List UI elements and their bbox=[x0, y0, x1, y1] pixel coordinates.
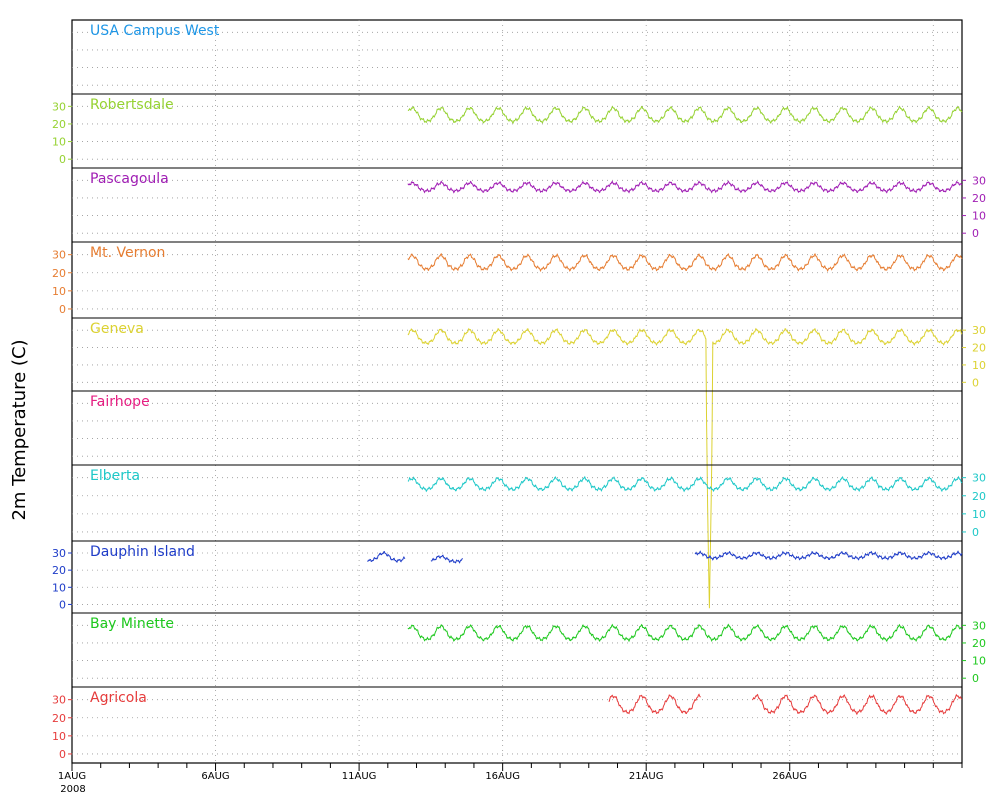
station-label: Mt. Vernon bbox=[90, 245, 165, 261]
x-axis: 1AUG 6AUG 11AUG 16AUG 21AUG 26AUG 2008 bbox=[58, 763, 963, 795]
y-tick-label: 10 bbox=[52, 285, 66, 298]
x-tick-label: 1AUG bbox=[58, 771, 86, 782]
x-tick-label: 6AUG bbox=[201, 771, 229, 782]
panel-usa-campus-west: USA Campus West bbox=[72, 23, 962, 86]
y-tick-label: 20 bbox=[972, 342, 986, 355]
y-tick-label: 0 bbox=[972, 526, 979, 539]
station-label: Robertsdale bbox=[90, 97, 174, 113]
y-tick-label: 30 bbox=[52, 249, 66, 262]
series-line bbox=[407, 252, 963, 273]
panel-robertsdale: Robertsdale 0 10 20 30 bbox=[52, 93, 963, 166]
y-tick-label: 30 bbox=[972, 619, 986, 632]
x-year-label: 2008 bbox=[60, 784, 85, 795]
panel-agricola: Agricola 0 10 20 30 bbox=[52, 686, 963, 761]
station-label: Geneva bbox=[90, 321, 144, 337]
series-line bbox=[367, 550, 406, 563]
temperature-chart: 2m Temperature (C) USA Campus West Robert… bbox=[9, 19, 986, 795]
series-line bbox=[407, 180, 963, 194]
series-line bbox=[608, 693, 701, 715]
y-tick-label: 30 bbox=[972, 174, 986, 187]
series-line bbox=[407, 105, 963, 125]
y-tick-label: 20 bbox=[52, 712, 66, 725]
y-tick-label: 30 bbox=[52, 547, 66, 560]
y-tick-label: 30 bbox=[972, 472, 986, 485]
x-tick-label: 21AUG bbox=[629, 771, 664, 782]
station-label: Fairhope bbox=[90, 394, 150, 410]
series-line bbox=[751, 693, 963, 716]
y-tick-label: 30 bbox=[972, 324, 986, 337]
panel-fairhope: Fairhope bbox=[72, 390, 962, 457]
y-tick-label: 0 bbox=[972, 672, 979, 685]
x-tick-label: 11AUG bbox=[342, 771, 377, 782]
y-tick-label: 10 bbox=[972, 210, 986, 223]
y-tick-label: 0 bbox=[59, 598, 66, 611]
y-tick-label: 30 bbox=[52, 694, 66, 707]
y-tick-label: 20 bbox=[52, 267, 66, 280]
panel-mt-vernon: Mt. Vernon 0 10 20 30 bbox=[52, 241, 963, 316]
y-tick-label: 0 bbox=[59, 748, 66, 761]
y-tick-label: 10 bbox=[52, 136, 66, 149]
y-tick-label: 10 bbox=[52, 581, 66, 594]
y-tick-label: 20 bbox=[52, 118, 66, 131]
station-label: USA Campus West bbox=[90, 23, 220, 39]
y-tick-label: 10 bbox=[972, 359, 986, 372]
series-line bbox=[694, 550, 963, 561]
series-line bbox=[430, 554, 463, 564]
series-line bbox=[407, 623, 963, 643]
y-tick-label: 0 bbox=[972, 227, 979, 240]
y-axis-label: 2m Temperature (C) bbox=[9, 339, 30, 520]
series-line bbox=[407, 475, 963, 493]
y-tick-label: 10 bbox=[972, 655, 986, 668]
panel-dauphin-island: Dauphin Island 0 10 20 30 bbox=[52, 540, 963, 611]
y-tick-label: 20 bbox=[972, 192, 986, 205]
y-tick-label: 20 bbox=[972, 490, 986, 503]
panel-bay-minette: Bay Minette 0 10 20 30 bbox=[72, 612, 986, 685]
y-tick-label: 30 bbox=[52, 100, 66, 113]
y-tick-label: 10 bbox=[972, 508, 986, 521]
station-label: Dauphin Island bbox=[90, 544, 195, 560]
y-tick-label: 0 bbox=[59, 153, 66, 166]
y-tick-label: 20 bbox=[972, 637, 986, 650]
station-label: Bay Minette bbox=[90, 616, 174, 632]
y-tick-label: 10 bbox=[52, 730, 66, 743]
panel-pascagoula: Pascagoula 0 10 20 30 bbox=[72, 167, 986, 240]
station-label: Agricola bbox=[90, 690, 147, 706]
panel-elberta: Elberta 0 10 20 30 bbox=[72, 464, 986, 539]
panel-geneva: Geneva 0 10 20 30 bbox=[72, 317, 986, 609]
y-tick-label: 0 bbox=[972, 376, 979, 389]
station-label: Elberta bbox=[90, 468, 140, 484]
series-line bbox=[407, 327, 963, 609]
station-label: Pascagoula bbox=[90, 171, 169, 187]
x-tick-label: 26AUG bbox=[772, 771, 807, 782]
y-tick-label: 0 bbox=[59, 303, 66, 316]
y-tick-label: 20 bbox=[52, 564, 66, 577]
x-tick-label: 16AUG bbox=[485, 771, 520, 782]
panels-layer: USA Campus WestRobertsdale0102030Pascago… bbox=[52, 19, 986, 764]
